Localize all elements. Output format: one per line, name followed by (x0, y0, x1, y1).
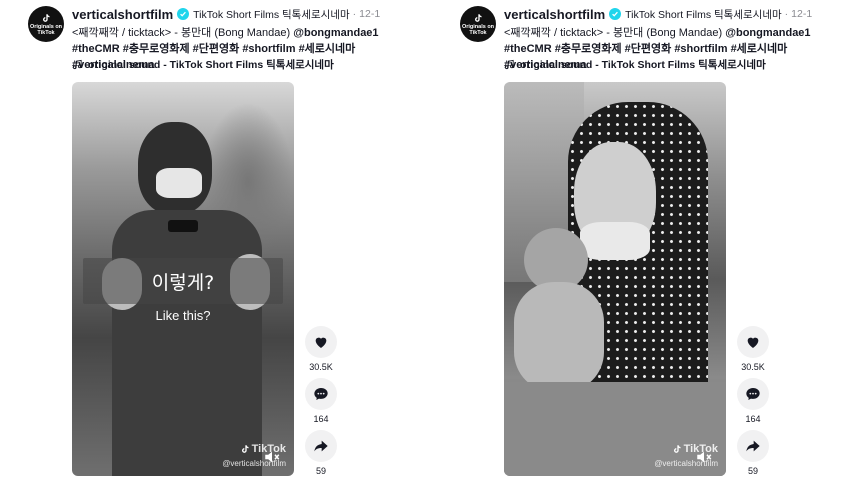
face-mask (156, 168, 202, 198)
share-button[interactable] (737, 430, 769, 462)
verified-badge-icon (609, 8, 622, 20)
hashtag-link[interactable]: @bongmandae1 (293, 27, 378, 39)
music-note-icon (72, 59, 82, 70)
share-action: 59 (304, 430, 338, 478)
separator-dot: · (352, 8, 357, 20)
like-action: 30.5K (304, 326, 338, 374)
author-username[interactable]: verticalshortfilm (504, 7, 605, 22)
comment-count: 164 (745, 414, 761, 424)
music-note-icon (504, 59, 514, 70)
author-avatar[interactable]: Originals on TikTok (460, 6, 496, 42)
video-post-2: Originals on TikTok verticalshortfilm Ti… (460, 0, 850, 500)
description-text: <째깍째깍 / ticktack> - 봉만대 (Bong Mandae) (504, 27, 726, 39)
bow-tie (168, 220, 198, 232)
heart-icon (747, 337, 759, 348)
share-count: 59 (747, 466, 758, 476)
post-date: 12-1 (359, 8, 381, 20)
comment-action: 164 (304, 378, 338, 426)
author-avatar[interactable]: Originals on TikTok (28, 6, 64, 42)
hashtag-link[interactable]: #충무로영화제 (123, 43, 190, 55)
hashtag-link[interactable]: @bongmandae1 (725, 27, 810, 39)
subtitle-english: Like this? (155, 308, 211, 323)
tiktok-logo-icon (241, 445, 249, 453)
comment-icon (746, 388, 760, 400)
face-mask (580, 222, 650, 260)
post-date: 12-1 (791, 8, 813, 20)
action-bar: 30.5K 164 59 (736, 326, 770, 482)
tiktok-logo-icon (475, 13, 482, 22)
hashtag-link[interactable]: #shortfilm (242, 43, 295, 55)
comment-icon (314, 388, 328, 400)
comment-count: 164 (313, 414, 329, 424)
watermark-handle: @verticalshortfilm (222, 459, 286, 468)
like-button[interactable] (305, 326, 337, 358)
music-link[interactable]: original sound - TikTok Short Films 틱톡세로… (504, 57, 766, 72)
author-nickname[interactable]: TikTok Short Films 틱톡세로시네마 (193, 7, 350, 22)
comment-button[interactable] (737, 378, 769, 410)
share-action: 59 (736, 430, 770, 478)
verified-badge-icon (177, 8, 190, 20)
watermark-brand: TikTok (251, 443, 286, 455)
author-username[interactable]: verticalshortfilm (72, 7, 173, 22)
share-icon (746, 440, 760, 452)
hashtag-link[interactable]: #세로시네마 (299, 43, 356, 55)
tiktok-watermark: TikTok @verticalshortfilm (654, 443, 718, 470)
heart-icon (315, 337, 327, 348)
comment-action: 164 (736, 378, 770, 426)
video-player[interactable]: 이렇게? Like this? TikTok @verticalshortfil… (72, 82, 294, 476)
video-post-1: Originals on TikTok verticalshortfilm Ti… (28, 0, 418, 500)
person-suit (112, 210, 262, 476)
music-title: original sound - TikTok Short Films 틱톡세로… (88, 59, 334, 71)
hashtag-link[interactable]: #단편영화 (625, 43, 672, 55)
author-line: verticalshortfilm TikTok Short Films 틱톡세… (504, 4, 850, 24)
comment-button[interactable] (305, 378, 337, 410)
avatar-label: Originals on TikTok (461, 23, 495, 36)
avatar-label: Originals on TikTok (29, 23, 63, 36)
like-count: 30.5K (741, 362, 765, 372)
hashtag-link[interactable]: #shortfilm (674, 43, 727, 55)
share-count: 59 (315, 466, 326, 476)
hashtag-link[interactable]: #충무로영화제 (555, 43, 622, 55)
tiktok-logo-icon (43, 13, 50, 22)
hashtag-link[interactable]: #세로시네마 (731, 43, 788, 55)
hashtag-link[interactable]: #theCMR (504, 43, 552, 55)
music-link[interactable]: original sound - TikTok Short Films 틱톡세로… (72, 57, 334, 72)
music-title: original sound - TikTok Short Films 틱톡세로… (520, 59, 766, 71)
tiktok-watermark: TikTok @verticalshortfilm (222, 443, 286, 470)
watermark-handle: @verticalshortfilm (654, 459, 718, 468)
subtitle-korean: 이렇게? (83, 258, 283, 304)
video-player[interactable]: TikTok @verticalshortfilm (504, 82, 726, 476)
action-bar: 30.5K 164 59 (304, 326, 338, 482)
like-count: 30.5K (309, 362, 333, 372)
tiktok-logo-icon (673, 445, 681, 453)
share-icon (314, 440, 328, 452)
author-nickname[interactable]: TikTok Short Films 틱톡세로시네마 (625, 7, 782, 22)
author-line: verticalshortfilm TikTok Short Films 틱톡세… (72, 4, 418, 24)
hashtag-link[interactable]: #단편영화 (193, 43, 240, 55)
share-button[interactable] (305, 430, 337, 462)
watermark-brand: TikTok (683, 443, 718, 455)
hashtag-link[interactable]: #theCMR (72, 43, 120, 55)
person-hand (514, 282, 604, 392)
like-button[interactable] (737, 326, 769, 358)
separator-dot: · (784, 8, 789, 20)
like-action: 30.5K (736, 326, 770, 374)
description-text: <째깍째깍 / ticktack> - 봉만대 (Bong Mandae) (72, 27, 294, 39)
